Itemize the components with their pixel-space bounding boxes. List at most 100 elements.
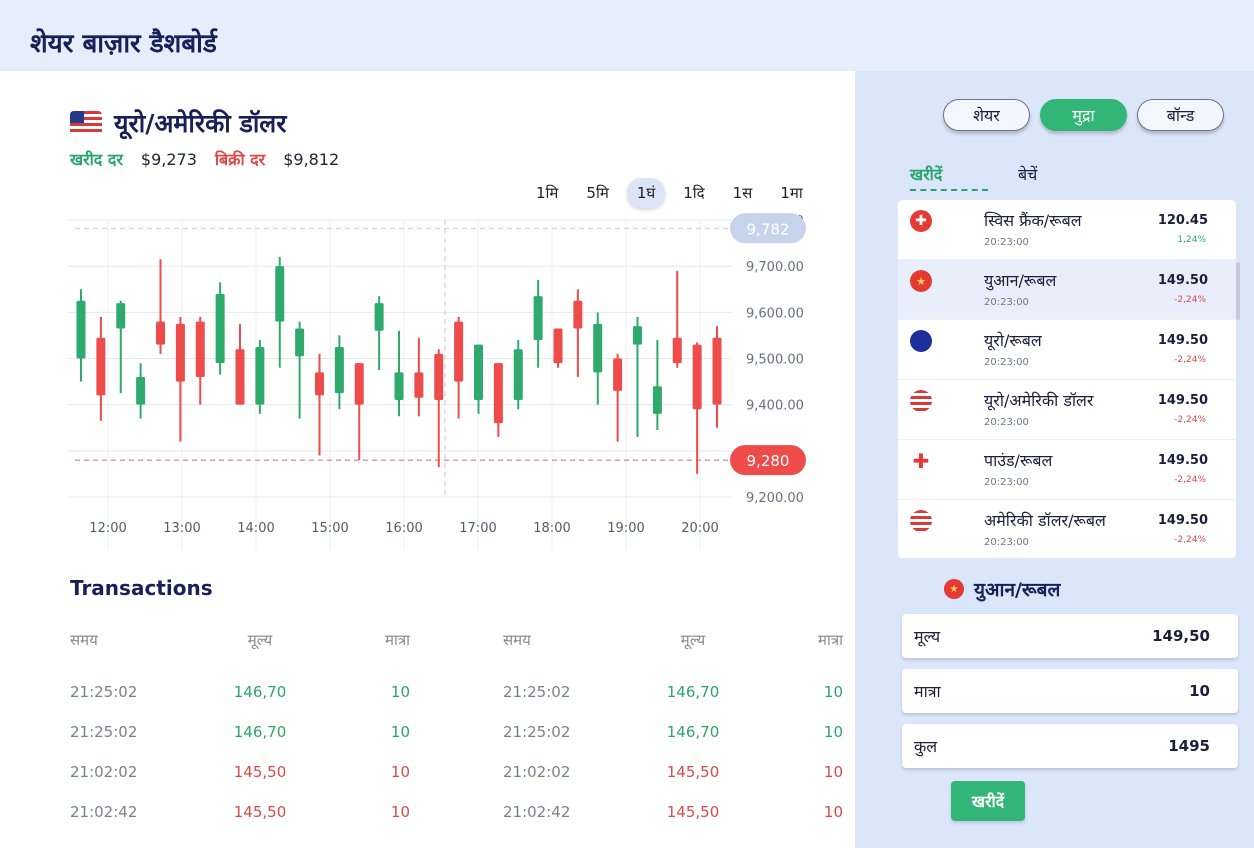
transaction-row: 21:02:42 145,50 10 — [70, 792, 410, 832]
upper-price-marker-label: 9,782 — [747, 220, 790, 238]
candle-body — [573, 300, 583, 329]
list-item[interactable]: ✚ पाउंड/रूबल 20:23:00 149.50 -2,24% — [898, 440, 1236, 500]
china-flag-icon: ★ — [944, 579, 964, 599]
transaction-qty: 10 — [390, 683, 410, 701]
tab-sell[interactable]: बेचें — [1018, 163, 1037, 191]
total-field[interactable]: कुल 1495 — [902, 724, 1238, 768]
market-segment-selector: शेयर मुद्रा बॉन्ड — [943, 99, 1224, 131]
transaction-row: 21:25:02 146,70 10 — [70, 672, 410, 712]
list-item-price: 149.50 — [1157, 333, 1208, 348]
buy-button[interactable]: खरीदें — [951, 781, 1025, 821]
rates: खरीद दर $9,273 बिक्री दर $9,812 — [70, 148, 339, 170]
column-header: मात्रा — [384, 631, 410, 649]
candle-body — [76, 300, 86, 359]
candlestick-chart: 9,800.009,700.009,600.009,500.009,400.00… — [68, 213, 806, 550]
instrument-list: ✚ स्विस फ्रैंक/रूबल 20:23:00 120.45 1,24% ★ यु… — [898, 200, 1236, 558]
transaction-time: 21:02:42 — [70, 803, 138, 821]
candle-body — [136, 376, 146, 405]
candle-body — [474, 344, 483, 401]
candle-body — [215, 293, 225, 364]
y-tick-label: 9,200.00 — [746, 491, 804, 506]
list-item[interactable]: ★ युआन/रूबल 20:23:00 149.50 -2,24% — [898, 260, 1236, 320]
transaction-row: 21:25:02 146,70 10 — [70, 712, 410, 752]
candle-body — [255, 346, 265, 405]
segment-1[interactable]: मुद्रा — [1040, 99, 1127, 131]
timeframe-option[interactable]: 1दि — [673, 178, 714, 208]
x-tick-label: 12:00 — [89, 521, 126, 536]
list-item-time: 20:23:00 — [984, 537, 1029, 548]
list-item-time: 20:23:00 — [984, 477, 1029, 488]
list-item-time: 20:23:00 — [984, 297, 1029, 308]
price-field[interactable]: मूल्य 149,50 — [902, 614, 1238, 658]
transaction-qty: 10 — [390, 723, 410, 741]
lower-price-marker-label: 9,280 — [747, 452, 790, 470]
candle-body — [613, 358, 623, 391]
tab-buy[interactable]: खरीदें — [910, 163, 988, 191]
list-item-change: -2,24% — [1174, 475, 1206, 485]
candle-body — [295, 328, 305, 357]
list-item-name: यूरो/अमेरिकी डॉलर — [984, 391, 1094, 410]
transactions-table-left: समय मूल्य मात्रा 21:25:02 146,70 10 21:25:02 14… — [70, 630, 410, 832]
timeframe-option[interactable]: 1स — [723, 178, 763, 208]
segment-2[interactable]: बॉन्ड — [1137, 99, 1224, 131]
order-title: ★ युआन/रूबल — [944, 576, 1060, 602]
timeframe-option[interactable]: 1घं — [626, 178, 666, 208]
transaction-time: 21:25:02 — [503, 723, 571, 741]
column-header: समय — [70, 631, 98, 649]
eu-flag-icon — [910, 330, 932, 352]
column-header: मूल्य — [680, 631, 706, 649]
list-item-name: अमेरिकी डॉलर/रूबल — [984, 511, 1106, 530]
list-item-price: 149.50 — [1157, 453, 1208, 468]
transaction-price: 145,50 — [666, 803, 720, 821]
list-item[interactable]: यूरो/अमेरिकी डॉलर 20:23:00 149.50 -2,24% — [898, 380, 1236, 440]
quantity-field[interactable]: मात्रा 10 — [902, 669, 1238, 713]
list-item[interactable]: अमेरिकी डॉलर/रूबल 20:23:00 149.50 -2,24% — [898, 500, 1236, 558]
column-header: मूल्य — [247, 631, 273, 649]
transaction-time: 21:02:42 — [503, 803, 571, 821]
china-flag-icon: ★ — [910, 270, 932, 292]
list-item-time: 20:23:00 — [984, 237, 1029, 248]
segment-0[interactable]: शेयर — [943, 99, 1030, 131]
candle-body — [434, 353, 444, 401]
list-scrollbar[interactable] — [1236, 262, 1240, 320]
transaction-price: 146,70 — [666, 683, 720, 701]
us-flag-icon — [910, 390, 932, 412]
list-item[interactable]: यूरो/रूबल 20:23:00 149.50 -2,24% — [898, 320, 1236, 380]
list-item-time: 20:23:00 — [984, 357, 1029, 368]
candle-body — [374, 303, 384, 331]
list-item[interactable]: ✚ स्विस फ्रैंक/रूबल 20:23:00 120.45 1,24% — [898, 200, 1236, 260]
buy-rate-value: $9,273 — [140, 150, 197, 169]
y-tick-label: 9,500.00 — [746, 353, 804, 368]
candle-body — [235, 349, 245, 405]
list-item-name: युआन/रूबल — [984, 271, 1057, 290]
candle-body — [513, 349, 523, 401]
timeframe-option[interactable]: 5मि — [576, 178, 618, 208]
candle-body — [116, 303, 126, 329]
candle-body — [593, 323, 603, 373]
transaction-row: 21:02:42 145,50 10 — [503, 792, 843, 832]
order-pair-name: युआन/रूबल — [974, 579, 1061, 601]
candle-body — [553, 328, 563, 364]
column-header: मात्रा — [817, 631, 843, 649]
total-field-label: कुल — [914, 737, 938, 756]
x-tick-label: 18:00 — [533, 521, 570, 536]
transaction-price: 145,50 — [666, 763, 720, 781]
candle-body — [652, 386, 662, 414]
list-item-change: -2,24% — [1174, 355, 1206, 365]
candle-body — [414, 372, 424, 398]
transaction-qty: 10 — [390, 763, 410, 781]
candle-body — [692, 344, 702, 410]
transaction-price: 146,70 — [666, 723, 720, 741]
quantity-field-label: मात्रा — [914, 682, 941, 701]
candle-body — [533, 296, 543, 341]
x-tick-label: 19:00 — [607, 521, 644, 536]
candle-body — [493, 363, 503, 424]
list-item-name: पाउंड/रूबल — [984, 451, 1053, 470]
candle-body — [354, 363, 364, 405]
timeframe-option[interactable]: 1मि — [526, 178, 568, 208]
sell-rate-label: बिक्री दर — [214, 150, 266, 169]
timeframe-option[interactable]: 1मा — [770, 178, 812, 208]
y-tick-label: 9,400.00 — [746, 399, 804, 414]
candle-body — [156, 321, 165, 345]
transaction-time: 21:25:02 — [503, 683, 571, 701]
